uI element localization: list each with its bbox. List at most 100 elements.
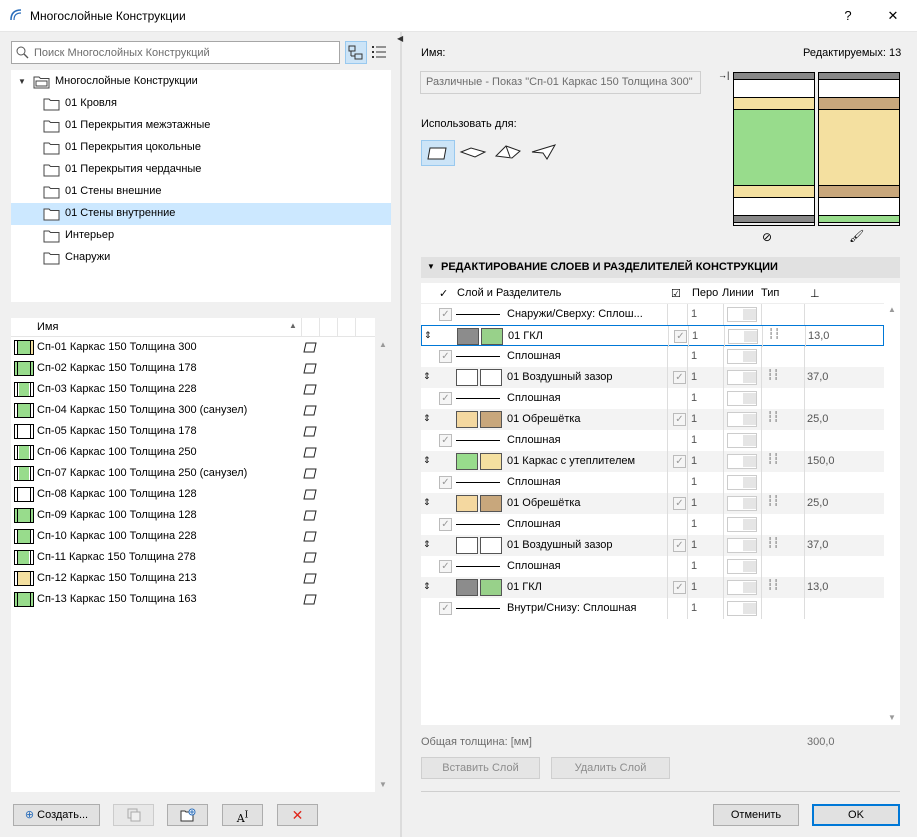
- line-selector[interactable]: [727, 496, 757, 511]
- fill-swatch[interactable]: [456, 537, 478, 554]
- pen-value[interactable]: 1: [691, 560, 697, 572]
- search-input[interactable]: Поиск Многослойных Конструкций: [11, 41, 340, 64]
- line-selector[interactable]: [727, 370, 757, 385]
- intersect-checkbox[interactable]: ✓: [674, 330, 687, 343]
- tree-root[interactable]: ▼ Многослойные Конструкции: [11, 71, 391, 93]
- tree-item[interactable]: Снаружи: [11, 247, 391, 269]
- pen-value[interactable]: 1: [691, 539, 697, 551]
- pen-value[interactable]: 1: [691, 350, 697, 362]
- move-handle-icon[interactable]: ⇕: [424, 330, 432, 341]
- layer-row[interactable]: ⇕ 01 Воздушный зазор ✓ 1 ┆┆ 37,0: [421, 367, 884, 388]
- fill-swatch[interactable]: [480, 579, 502, 596]
- thickness-value[interactable]: 37,0: [807, 539, 828, 551]
- scroll-down-icon[interactable]: ▼: [379, 780, 387, 789]
- close-button[interactable]: ✕: [883, 6, 903, 26]
- list-item[interactable]: Сп-09 Каркас 100 Толщина 128: [11, 505, 375, 526]
- list-item[interactable]: Сп-11 Каркас 150 Толщина 278: [11, 547, 375, 568]
- line-selector[interactable]: [728, 329, 758, 344]
- list-item[interactable]: Сп-10 Каркас 100 Толщина 228: [11, 526, 375, 547]
- list-item[interactable]: Сп-05 Каркас 150 Толщина 178: [11, 421, 375, 442]
- thickness-value[interactable]: 25,0: [807, 497, 828, 509]
- move-handle-icon[interactable]: ⇕: [423, 539, 431, 550]
- fill-swatch[interactable]: [457, 328, 479, 345]
- pen-value[interactable]: 1: [692, 330, 698, 342]
- pen-value[interactable]: 1: [691, 602, 697, 614]
- pane-splitter[interactable]: [400, 32, 402, 837]
- list-item[interactable]: Сп-04 Каркас 150 Толщина 300 (санузел): [11, 400, 375, 421]
- use-for-shell-button[interactable]: [527, 140, 561, 166]
- pen-value[interactable]: 1: [691, 392, 697, 404]
- thickness-value[interactable]: 150,0: [807, 455, 835, 467]
- line-selector[interactable]: [727, 538, 757, 553]
- separator-checkbox[interactable]: ✓: [439, 602, 452, 615]
- layer-row[interactable]: ⇕ 01 Обрешётка ✓ 1 ┆┆ 25,0: [421, 493, 884, 514]
- list-item[interactable]: Сп-02 Каркас 150 Толщина 178: [11, 358, 375, 379]
- pen-value[interactable]: 1: [691, 308, 697, 320]
- layer-type-icon[interactable]: ┆┆: [767, 412, 779, 423]
- separator-checkbox[interactable]: ✓: [439, 392, 452, 405]
- pen-value[interactable]: 1: [691, 518, 697, 530]
- delete-layer-button[interactable]: Удалить Слой: [551, 757, 670, 779]
- sort-ascending-icon[interactable]: ▲: [289, 321, 297, 330]
- separator-row[interactable]: ✓ Сплошная 1: [421, 388, 884, 409]
- column-name-header[interactable]: Имя: [37, 321, 58, 333]
- grid-scroll-up-icon[interactable]: ▲: [888, 305, 896, 314]
- list-item[interactable]: Сп-08 Каркас 100 Толщина 128: [11, 484, 375, 505]
- layer-type-icon[interactable]: ┆┆: [767, 454, 779, 465]
- intersect-checkbox[interactable]: ✓: [673, 539, 686, 552]
- tree-item[interactable]: 01 Перекрытия цокольные: [11, 137, 391, 159]
- separator-checkbox[interactable]: ✓: [439, 350, 452, 363]
- thickness-value[interactable]: 25,0: [807, 413, 828, 425]
- layer-row[interactable]: ⇕ 01 ГКЛ ✓ 1 ┆┆ 13,0: [421, 577, 884, 598]
- fill-swatch[interactable]: [456, 411, 478, 428]
- fill-swatch[interactable]: [480, 537, 502, 554]
- line-selector[interactable]: [727, 517, 757, 532]
- separator-checkbox[interactable]: ✓: [439, 308, 452, 321]
- line-selector[interactable]: [727, 349, 757, 364]
- list-item[interactable]: Сп-13 Каркас 150 Толщина 163: [11, 589, 375, 610]
- pen-value[interactable]: 1: [691, 581, 697, 593]
- move-handle-icon[interactable]: ⇕: [423, 455, 431, 466]
- pen-value[interactable]: 1: [691, 434, 697, 446]
- thickness-value[interactable]: 37,0: [807, 371, 828, 383]
- layer-type-icon[interactable]: ┆┆: [767, 370, 779, 381]
- separator-checkbox[interactable]: ✓: [439, 560, 452, 573]
- tree-item[interactable]: 01 Перекрытия межэтажные: [11, 115, 391, 137]
- move-handle-icon[interactable]: ⇕: [423, 371, 431, 382]
- pen-value[interactable]: 1: [691, 476, 697, 488]
- fill-swatch[interactable]: [456, 453, 478, 470]
- use-for-roof-button[interactable]: [492, 140, 526, 166]
- layer-row[interactable]: ⇕ 01 ГКЛ ✓ 1 ┆┆ 13,0: [421, 325, 884, 347]
- tree-item[interactable]: Интерьер: [11, 225, 391, 247]
- ok-button[interactable]: OK: [812, 804, 900, 826]
- help-button[interactable]: ?: [838, 6, 858, 26]
- layer-type-icon[interactable]: ┆┆: [767, 538, 779, 549]
- fill-swatch[interactable]: [480, 369, 502, 386]
- layer-row[interactable]: ⇕ 01 Обрешётка ✓ 1 ┆┆ 25,0: [421, 409, 884, 430]
- line-selector[interactable]: [727, 601, 757, 616]
- list-item[interactable]: Сп-03 Каркас 150 Толщина 228: [11, 379, 375, 400]
- thickness-value[interactable]: 13,0: [807, 581, 828, 593]
- fill-swatch[interactable]: [480, 411, 502, 428]
- thickness-value[interactable]: 13,0: [808, 330, 829, 342]
- collapse-pane-icon[interactable]: ◀: [397, 34, 403, 43]
- line-selector[interactable]: [727, 580, 757, 595]
- grid-scroll-down-icon[interactable]: ▼: [888, 713, 896, 722]
- fill-swatch[interactable]: [456, 579, 478, 596]
- separator-row[interactable]: ✓ Сплошная 1: [421, 430, 884, 451]
- line-selector[interactable]: [727, 391, 757, 406]
- intersect-checkbox[interactable]: ✓: [673, 371, 686, 384]
- pen-value[interactable]: 1: [691, 455, 697, 467]
- expand-arrow-icon[interactable]: ▼: [18, 77, 26, 86]
- delete-button[interactable]: ✕: [277, 804, 318, 826]
- tree-view-button[interactable]: [345, 41, 367, 64]
- fill-swatch[interactable]: [480, 495, 502, 512]
- duplicate-button[interactable]: [113, 804, 154, 826]
- list-item[interactable]: Сп-12 Каркас 150 Толщина 213: [11, 568, 375, 589]
- pen-value[interactable]: 1: [691, 371, 697, 383]
- hatch-preview-icon[interactable]: ⊘: [762, 230, 772, 244]
- use-for-wall-button[interactable]: [421, 140, 455, 166]
- list-view-button[interactable]: [369, 41, 391, 64]
- separator-checkbox[interactable]: ✓: [439, 476, 452, 489]
- separator-checkbox[interactable]: ✓: [439, 518, 452, 531]
